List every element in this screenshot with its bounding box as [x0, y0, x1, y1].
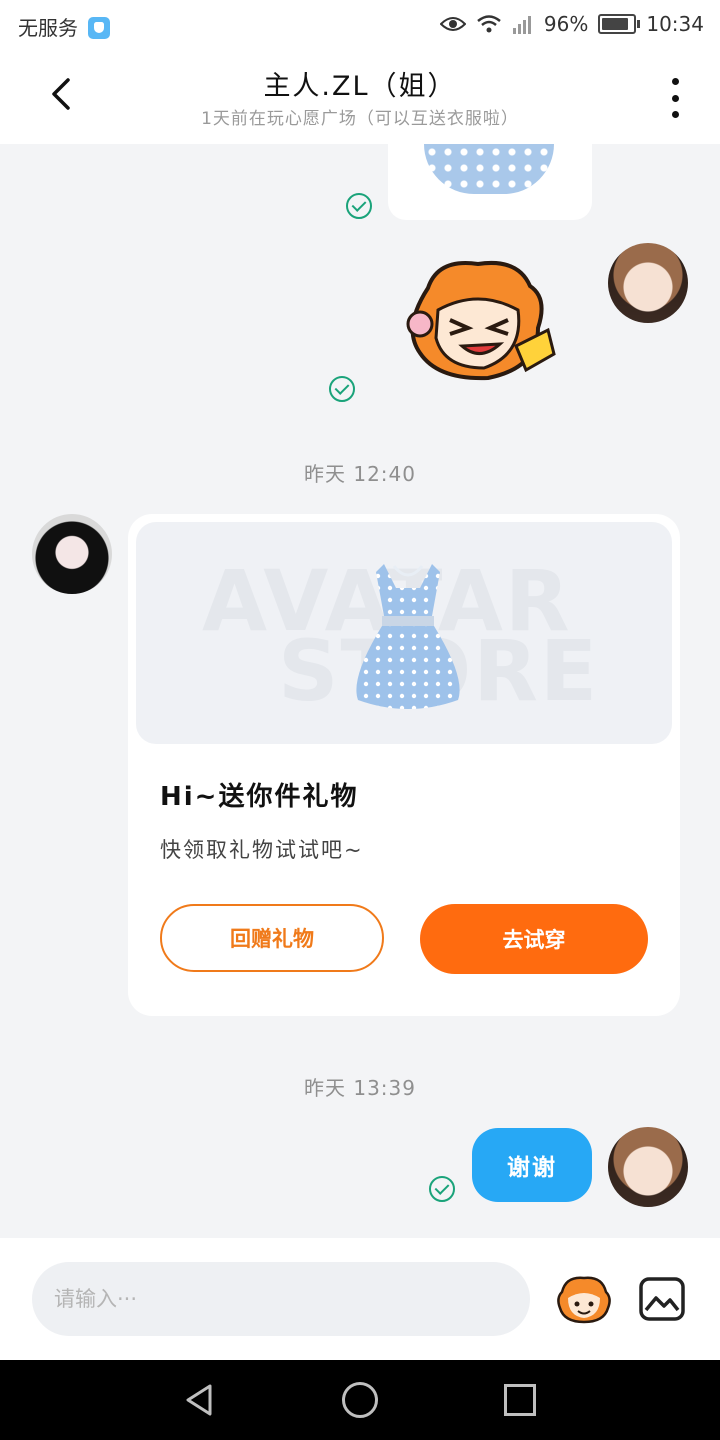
timestamp: 昨天 12:40 [304, 462, 416, 486]
presence-subtitle: 1天前在玩心愿广场（可以互送衣服啦） [201, 109, 519, 129]
read-check-icon [429, 1176, 455, 1202]
system-nav-bar [0, 1360, 720, 1440]
chat-message-list[interactable]: 昨天 12:40 AVATAR STORE Hi~送你件礼物 快领取礼物试试吧~… [0, 144, 720, 1238]
gift-title: Hi~送你件礼物 [160, 782, 359, 812]
clock-text: 10:34 [646, 12, 704, 36]
status-left: 无服务 [18, 12, 111, 41]
message-input[interactable] [32, 1262, 530, 1336]
my-avatar[interactable] [608, 243, 688, 323]
nav-home-icon[interactable] [342, 1382, 378, 1418]
carrier-text: 无服务 [18, 16, 78, 40]
read-check-icon [346, 193, 372, 219]
wifi-icon [477, 15, 501, 33]
return-gift-button[interactable]: 回赠礼物 [160, 904, 384, 972]
my-avatar[interactable] [608, 1127, 688, 1207]
timestamp: 昨天 13:39 [304, 1076, 416, 1100]
gift-description: 快领取礼物试试吧~ [160, 838, 364, 862]
battery-percent: 96% [543, 12, 589, 36]
image-picker-icon[interactable] [638, 1276, 686, 1322]
emoji-mascot-icon[interactable] [554, 1274, 614, 1324]
try-on-button[interactable]: 去试穿 [420, 904, 648, 974]
battery-icon [598, 14, 641, 34]
message-bubble[interactable]: 谢谢 [472, 1128, 592, 1202]
nav-recent-icon[interactable] [504, 1384, 536, 1416]
more-vertical-icon[interactable] [660, 78, 690, 118]
gift-card[interactable]: AVATAR STORE Hi~送你件礼物 快领取礼物试试吧~ 回赠礼物 去试穿 [128, 514, 680, 1016]
dress-image [356, 564, 460, 709]
app-shield-icon [88, 17, 111, 39]
eye-icon [439, 17, 466, 31]
page-title: 主人.ZL（姐） [263, 71, 457, 102]
previous-gift-card[interactable] [388, 144, 592, 220]
dress-image-partial [424, 144, 554, 194]
signal-icon [512, 16, 531, 34]
status-right: 96% 10:34 [439, 12, 704, 36]
status-bar: 无服务 96% 10:34 [0, 0, 720, 50]
read-check-icon [329, 376, 355, 402]
chat-header: 主人.ZL（姐） 1天前在玩心愿广场（可以互送衣服啦） [0, 50, 720, 144]
sticker-mascot-icon[interactable] [398, 258, 558, 388]
nav-back-icon[interactable] [182, 1382, 218, 1418]
gift-image[interactable]: AVATAR STORE [136, 522, 672, 744]
contact-avatar[interactable] [32, 514, 112, 594]
input-bar [0, 1238, 720, 1360]
